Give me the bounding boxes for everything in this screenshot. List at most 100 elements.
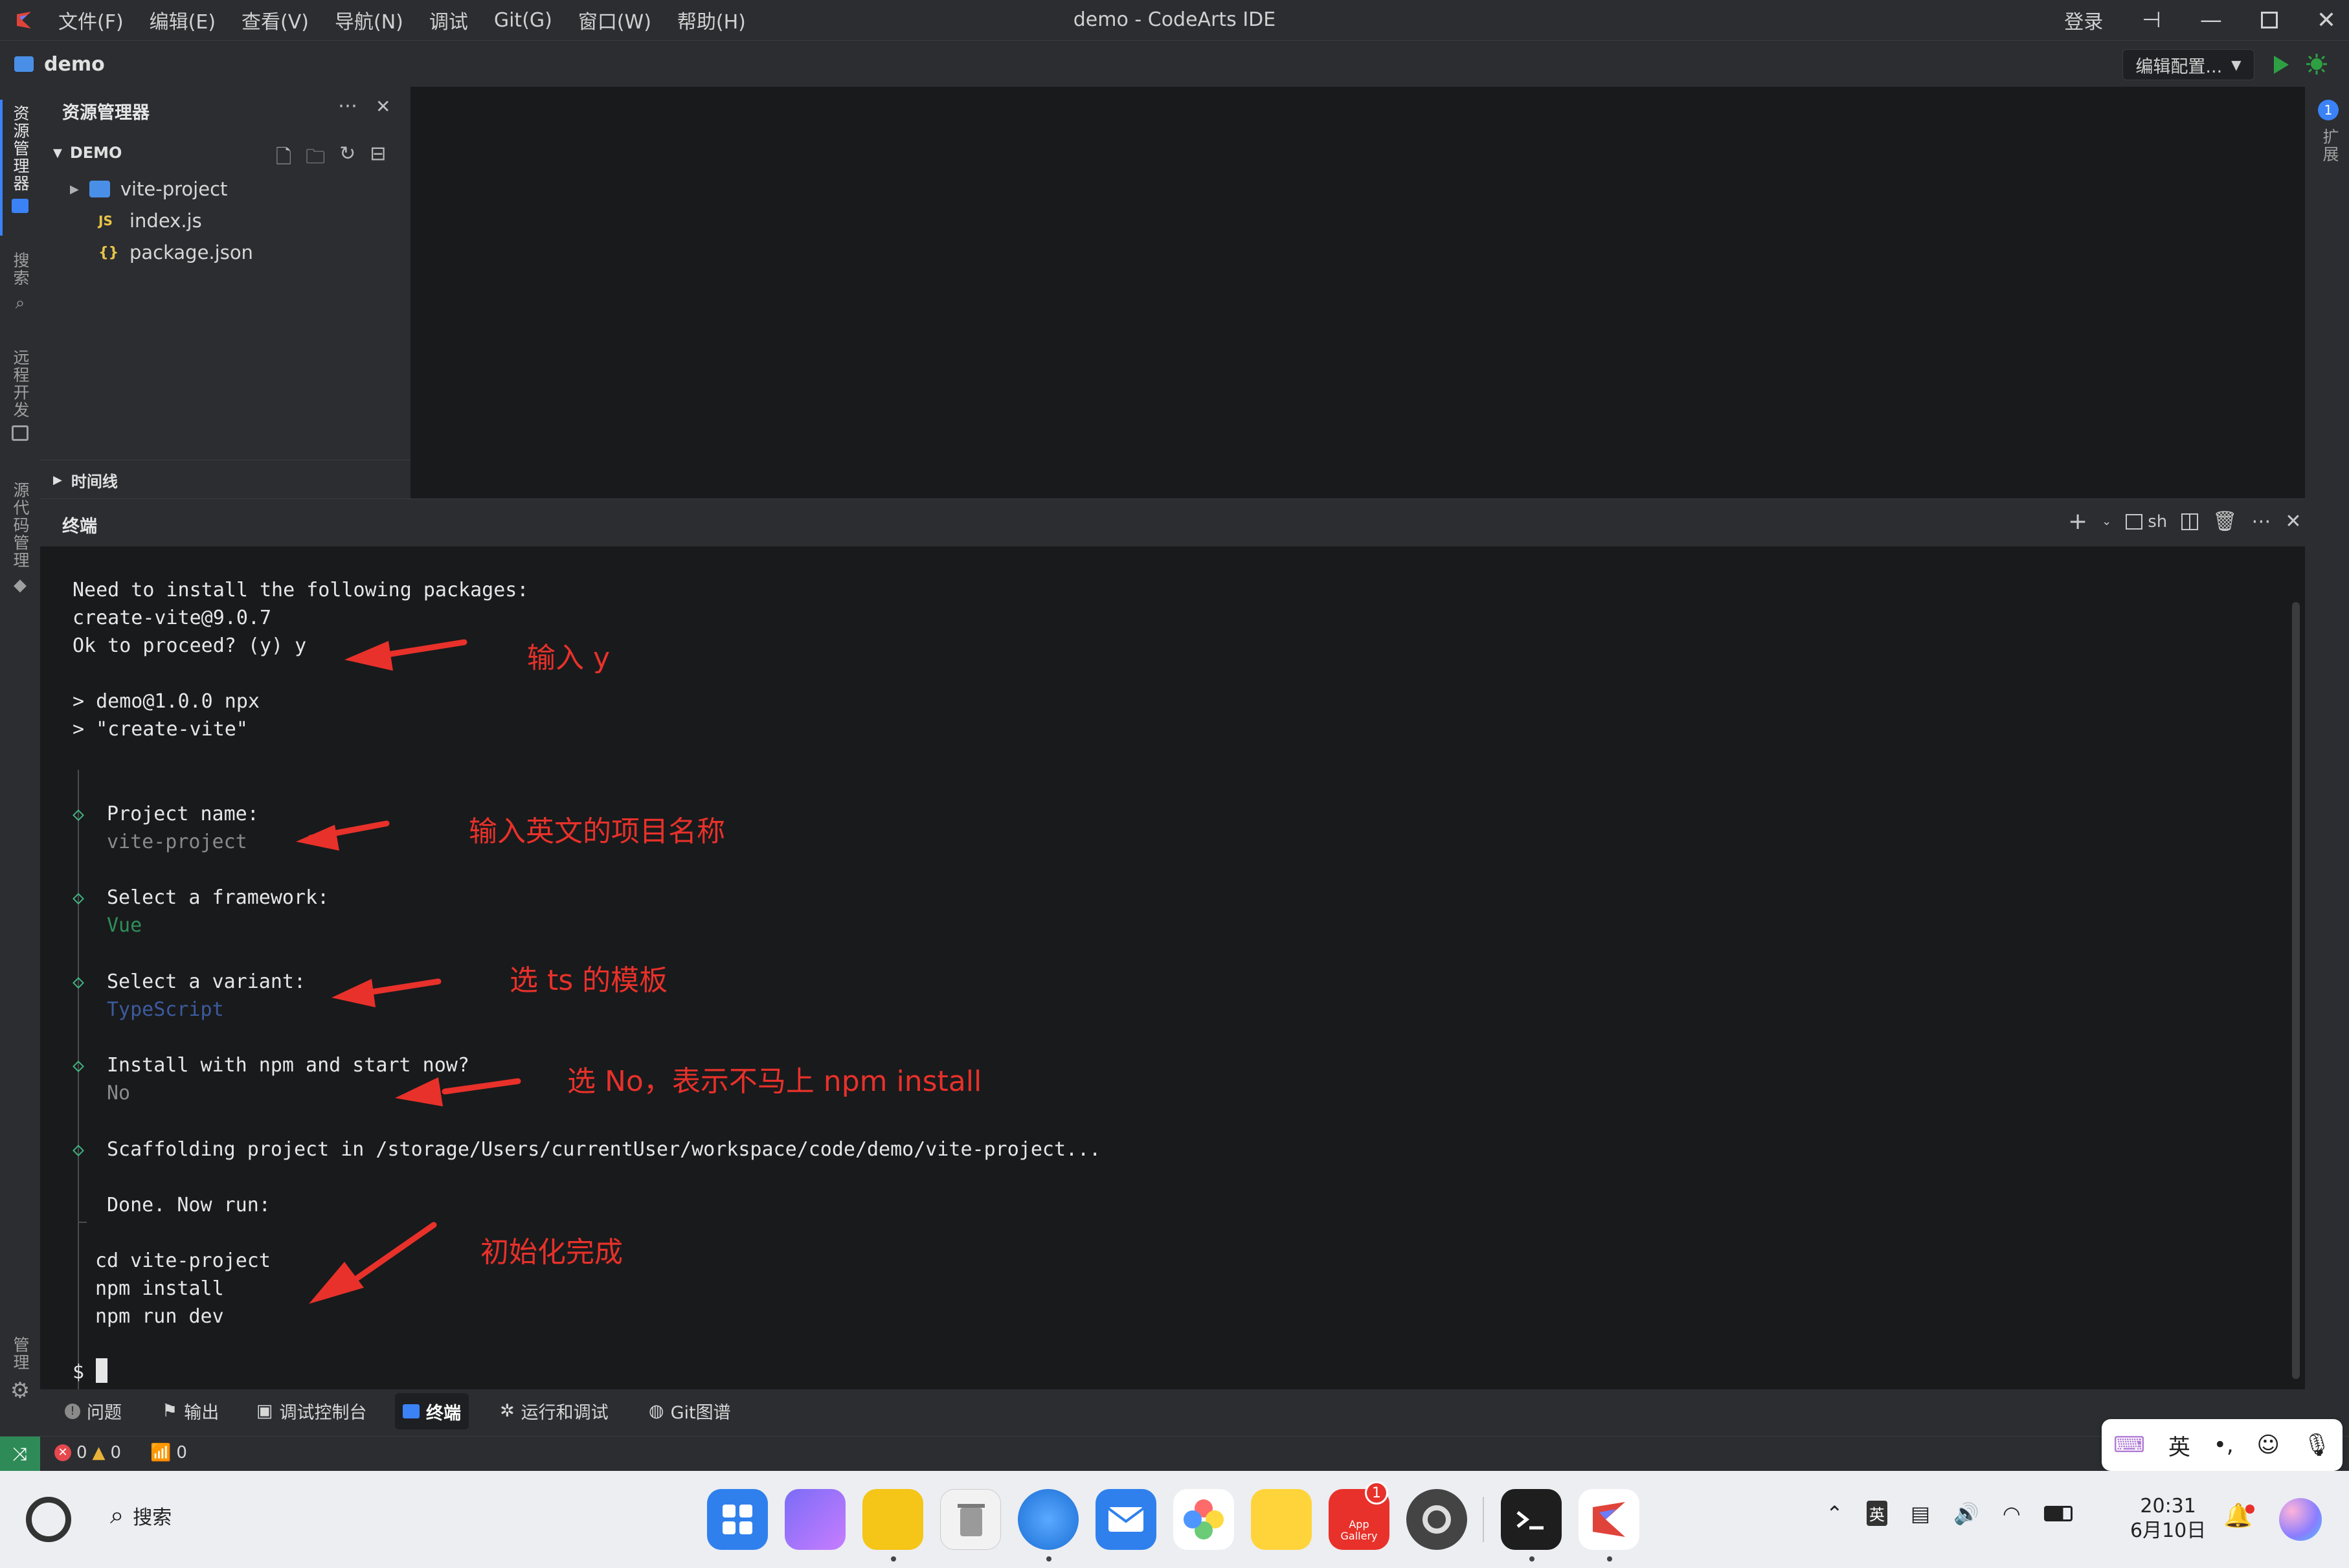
right-bar: 1 扩展 [2305, 87, 2349, 1436]
collapse-all-icon[interactable]: ⊟ [370, 142, 386, 175]
menu-git[interactable]: Git(G) [494, 9, 552, 32]
ime-toolbar: ⌨ 英 •, ☺ 🎙 [2102, 1419, 2343, 1471]
menu-navigate[interactable]: 导航(N) [335, 6, 403, 34]
microphone-icon[interactable]: 🎙 [2303, 1432, 2331, 1458]
notes-icon[interactable] [1251, 1489, 1312, 1550]
activity-remote[interactable]: 远程开发 [0, 349, 40, 441]
editor-area[interactable] [410, 87, 2305, 498]
more-actions-icon[interactable]: ⋯ [2251, 510, 2271, 533]
clipboard-icon[interactable]: ▤ [1911, 1501, 1930, 1526]
battery-icon[interactable] [2043, 1505, 2073, 1521]
chevron-up-icon[interactable]: ⌃ [1826, 1501, 1843, 1526]
codearts-app-icon[interactable] [1579, 1489, 1639, 1550]
terminal-shell-icon[interactable]: sh [2126, 512, 2167, 532]
terminal-body[interactable]: Need to install the following packages: … [40, 546, 2305, 1450]
emoji-icon[interactable]: ☺ [2257, 1432, 2280, 1458]
js-file-icon: JS [98, 213, 113, 229]
minimize-icon[interactable]: — [2200, 7, 2222, 33]
activity-scm[interactable]: 源代码管理 ◆ [0, 482, 40, 595]
close-window-icon[interactable]: ✕ [2317, 7, 2336, 34]
multitask-icon[interactable] [785, 1489, 846, 1550]
ime-language[interactable]: 英 [2168, 1429, 2190, 1461]
volume-icon[interactable]: 🔊 [1953, 1501, 1979, 1526]
extensions-tab[interactable]: 扩展 [2318, 128, 2341, 163]
activity-remote-label: 远程开发 [11, 349, 30, 419]
files-icon [12, 199, 28, 213]
run-config-dropdown[interactable]: 编辑配置... ▼ [2122, 49, 2254, 80]
activity-explorer[interactable]: 资源管理器 [0, 105, 40, 213]
tab-run-debug[interactable]: ✲ 运行和调试 [500, 1398, 609, 1424]
wifi-icon[interactable]: ◠ [2003, 1501, 2021, 1526]
trash-icon[interactable]: 🗑 [2212, 510, 2237, 533]
activity-explorer-label: 资源管理器 [11, 105, 30, 192]
settings-icon[interactable] [1406, 1489, 1467, 1550]
tree-item-index-js[interactable]: JS index.js [98, 205, 202, 236]
split-terminal-icon[interactable] [2181, 513, 2199, 530]
app-logo-icon [13, 9, 35, 31]
tab-problems[interactable]: ! 问题 [65, 1398, 122, 1424]
start-button[interactable] [26, 1497, 71, 1542]
menu-view[interactable]: 查看(V) [242, 6, 309, 34]
close-panel-icon[interactable]: ✕ [2285, 510, 2301, 533]
extensions-badge[interactable]: 1 [2318, 100, 2339, 120]
maximize-icon[interactable] [2260, 12, 2278, 28]
file-manager-icon[interactable] [862, 1489, 923, 1550]
menu-debug[interactable]: 调试 [429, 6, 468, 34]
problems-status[interactable]: ✕ 0 ▲ 0 [54, 1443, 121, 1462]
clock[interactable]: 20:31 6月10日 [2130, 1494, 2206, 1543]
refresh-icon[interactable]: ↻ [339, 142, 355, 175]
project-name[interactable]: demo [44, 53, 105, 76]
new-folder-icon[interactable]: 🗀 [306, 142, 325, 175]
flag-icon: ⚑ [162, 1401, 178, 1421]
activity-search[interactable]: 搜索 ⌕ [0, 252, 40, 313]
status-bar: ⤨ ✕ 0 ▲ 0 📶 0 [0, 1436, 2349, 1472]
mail-icon[interactable] [1096, 1489, 1156, 1550]
taskbar-search[interactable]: ⌕ 搜索 [110, 1501, 172, 1530]
app-launcher-icon[interactable] [707, 1489, 768, 1550]
recycle-bin-icon[interactable] [940, 1489, 1001, 1550]
tree-item-vite-project[interactable]: ▶ vite-project [70, 174, 227, 205]
tab-debug-console-label: 调试控制台 [279, 1403, 367, 1423]
project-bar: demo 编辑配置... ▼ [0, 40, 2349, 87]
punctuation-icon[interactable]: •, [2214, 1432, 2234, 1458]
new-file-icon[interactable]: 🗋 [276, 142, 291, 175]
tray-ime[interactable]: 英 [1866, 1501, 1887, 1526]
activity-bar: 资源管理器 搜索 ⌕ 远程开发 源代码管理 ◆ 管理 ⚙ [0, 87, 40, 1436]
running-dot [891, 1556, 896, 1562]
more-actions-icon[interactable]: ⋯ [338, 95, 357, 117]
debug-icon[interactable] [2305, 52, 2328, 76]
menu-edit[interactable]: 编辑(E) [150, 6, 216, 34]
assistant-icon[interactable] [2279, 1498, 2322, 1541]
search-icon: ⌕ [110, 1501, 124, 1529]
activity-manage[interactable]: 管理 ⚙ [0, 1336, 40, 1404]
timeline-section[interactable]: ▶ 时间线 [53, 469, 118, 491]
tree-item-package-json[interactable]: {} package.json [98, 237, 253, 268]
browser-icon[interactable] [1018, 1489, 1079, 1550]
tab-git-graph-label: Git图谱 [670, 1403, 731, 1423]
terminal-app-icon[interactable] [1501, 1489, 1562, 1550]
run-icon[interactable] [2271, 54, 2291, 76]
folder-icon [14, 56, 34, 72]
ports-status[interactable]: 📶 0 [150, 1443, 187, 1462]
photos-icon[interactable] [1173, 1489, 1234, 1550]
tab-git-graph[interactable]: ◍ Git图谱 [649, 1398, 731, 1424]
menu-help[interactable]: 帮助(H) [677, 6, 746, 34]
taskbar: ⌕ 搜索 App Gallery 1 ⌃ 英 ▤ 🔊 ◠ 20:31 6月10日… [0, 1471, 2349, 1568]
ime-logo-icon[interactable]: ⌨ [2113, 1432, 2145, 1458]
tab-terminal[interactable]: 终端 [395, 1393, 469, 1429]
remote-status-icon[interactable]: ⤨ [0, 1437, 40, 1472]
login-button[interactable]: 登录 [2064, 6, 2103, 34]
layout-toggle-icon[interactable]: ⊣ [2142, 7, 2161, 33]
menu-window[interactable]: 窗口(W) [578, 6, 651, 34]
explorer-panel: 资源管理器 ⋯ ✕ ▼ DEMO 🗋 🗀 ↻ ⊟ ▶ vite-project … [40, 87, 410, 498]
tab-debug-console[interactable]: ▣ 调试控制台 [256, 1398, 367, 1424]
close-icon[interactable]: ✕ [376, 96, 390, 117]
new-terminal-icon[interactable]: + [2068, 508, 2087, 535]
timeline-title: 时间线 [71, 473, 118, 491]
chevron-down-icon[interactable]: ⌄ [2102, 515, 2111, 528]
appgallery-badge: 1 [1365, 1481, 1388, 1505]
tab-output[interactable]: ⚑ 输出 [162, 1398, 219, 1424]
explorer-section-demo[interactable]: ▼ DEMO [53, 144, 122, 162]
search-icon: ⌕ [15, 293, 25, 313]
menu-file[interactable]: 文件(F) [58, 6, 124, 34]
